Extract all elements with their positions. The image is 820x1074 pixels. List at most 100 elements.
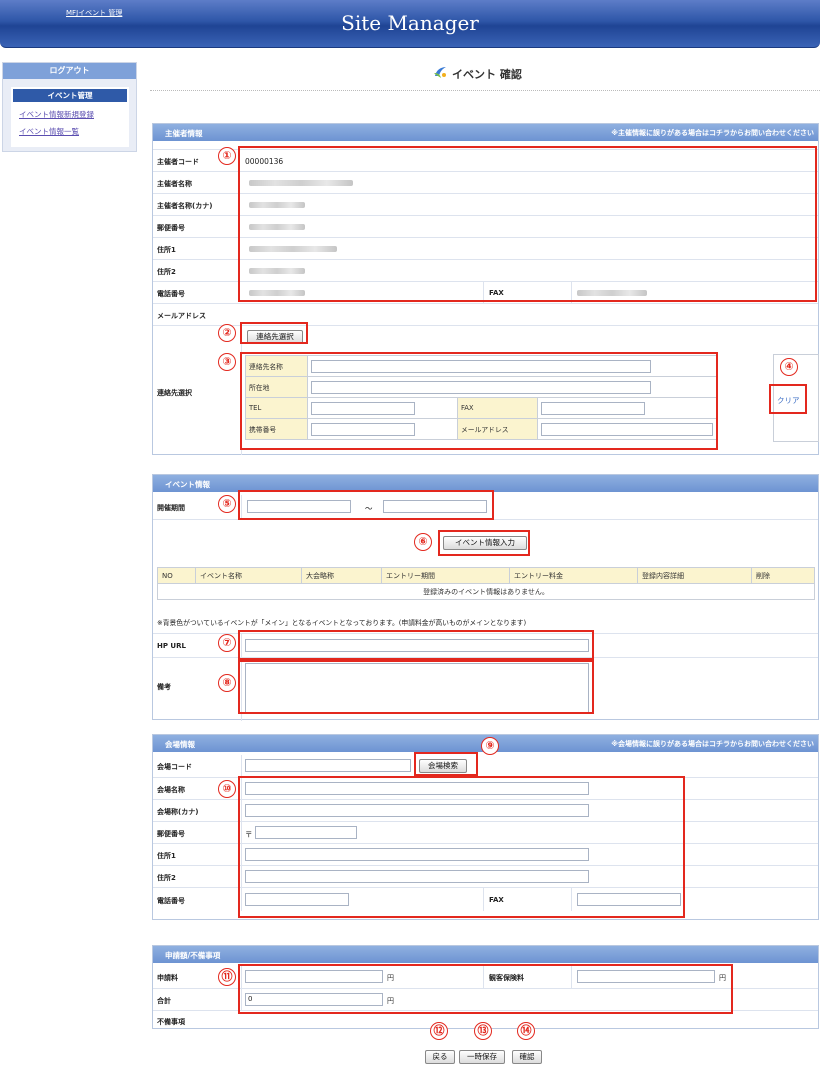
callout-4: ④ [780, 358, 798, 376]
organizer-address2-value [249, 268, 305, 274]
venue-search-button[interactable]: 会場検索 [419, 759, 467, 773]
venue-postal-input[interactable] [255, 826, 357, 839]
callout-1: ① [218, 147, 236, 165]
remarks-textarea[interactable] [245, 663, 589, 713]
cell-divider [483, 888, 484, 911]
yen-unit: 円 [387, 974, 394, 982]
contact-select-button[interactable]: 連絡先選択 [247, 330, 303, 344]
confirm-button[interactable]: 確認 [512, 1050, 542, 1064]
cell-divider [241, 495, 242, 519]
callout-12: ⑫ [430, 1022, 448, 1040]
contact-fax-input[interactable] [541, 401, 645, 415]
cell-divider [571, 888, 572, 911]
event-table: NO イベント名称 大会略称 エントリー期間 エントリー料金 登録内容詳細 削除… [157, 567, 815, 600]
remarks-row: 備考 [153, 657, 818, 721]
total-input[interactable]: 0 [245, 993, 383, 1006]
hp-url-row: HP URL [153, 633, 818, 657]
event-col-entry-fee: エントリー料金 [509, 567, 638, 584]
contact-select-label: 連絡先選択 [157, 389, 192, 397]
period-tilde: ～ [365, 504, 373, 513]
cell-divider [241, 755, 242, 777]
organizer-kana-label: 主催者名称(カナ) [157, 202, 213, 210]
venue-fax-label: FAX [489, 896, 504, 904]
venue-kana-input[interactable] [245, 804, 589, 817]
venue-phone-row: 電話番号 FAX [153, 887, 818, 911]
callout-7: ⑦ [218, 634, 236, 652]
sidebar-link-new-event[interactable]: イベント情報新規登録 [19, 109, 94, 120]
venue-fax-input[interactable] [577, 893, 681, 906]
venue-section-title: 会場情報 [165, 740, 195, 749]
cell-divider [241, 658, 242, 721]
event-col-details: 登録内容詳細 [637, 567, 752, 584]
venue-phone-input[interactable] [245, 893, 349, 906]
hp-url-input[interactable] [245, 639, 589, 652]
event-logo-icon [434, 67, 446, 78]
back-button[interactable]: 戻る [425, 1050, 455, 1064]
venue-name-input[interactable] [245, 782, 589, 795]
contact-mobile-label: 携帯番号 [245, 418, 308, 440]
organizer-section-header: 主催者情報 ※主催情報に誤りがある場合はコチラからお問い合わせください [153, 124, 818, 141]
cell-divider [241, 778, 242, 799]
cell-divider [483, 282, 484, 303]
callout-2: ② [218, 324, 236, 342]
contact-tel-label: TEL [245, 397, 308, 419]
sidebar-link-event-list[interactable]: イベント情報一覧 [19, 126, 79, 137]
organizer-fax-value [577, 290, 647, 296]
venue-section: 会場情報 ※会場情報に誤りがある場合はコチラからお問い合わせください 会場コード… [152, 734, 819, 920]
callout-10: ⑩ [218, 780, 236, 798]
callout-3: ③ [218, 353, 236, 371]
insurance-input[interactable] [577, 970, 715, 983]
event-end-date-input[interactable] [383, 500, 487, 513]
organizer-fax-label: FAX [489, 289, 504, 297]
event-start-date-input[interactable] [247, 500, 351, 513]
sidebar-section-title: イベント管理 [13, 89, 127, 102]
organizer-email-row: メールアドレス [153, 303, 818, 325]
fees-section-header: 申請額/不備事項 [153, 946, 818, 963]
contact-name-label: 連絡先名称 [245, 355, 308, 377]
logout-button[interactable]: ログアウト [3, 63, 136, 79]
application-fee-input[interactable] [245, 970, 383, 983]
contact-clear-link[interactable]: クリア [777, 395, 800, 406]
contact-tel-input[interactable] [311, 401, 415, 415]
contact-email-cell [537, 418, 717, 440]
organizer-inquiry-link[interactable]: ※主催情報に誤りがある場合はコチラからお問い合わせください [611, 128, 814, 138]
venue-kana-label: 会場称(カナ) [157, 808, 199, 816]
contact-name-input[interactable] [311, 359, 651, 373]
organizer-name-label: 主催者名称 [157, 180, 192, 188]
venue-inquiry-link[interactable]: ※会場情報に誤りがある場合はコチラからお問い合わせください [611, 739, 814, 749]
contact-email-input[interactable] [541, 422, 713, 436]
event-col-abbr: 大会略称 [301, 567, 382, 584]
cell-divider [241, 866, 242, 887]
organizer-code-row: 主催者コード 00000136 [153, 149, 818, 171]
contact-mobile-input[interactable] [311, 422, 415, 436]
organizer-postal-label: 郵便番号 [157, 224, 185, 232]
organizer-code-value: 00000136 [245, 157, 284, 166]
event-col-delete: 削除 [751, 567, 815, 584]
cell-divider [571, 966, 572, 988]
total-label: 合計 [157, 997, 171, 1005]
venue-address1-label: 住所1 [157, 852, 176, 860]
callout-6: ⑥ [414, 533, 432, 551]
hp-url-label: HP URL [157, 642, 186, 650]
organizer-phone-row: 電話番号 FAX [153, 281, 818, 303]
yen-unit: 円 [719, 974, 726, 982]
event-info-input-button[interactable]: イベント情報入力 [443, 536, 527, 550]
event-main-note: ※背景色がついているイベントが「メイン」となるイベントとなっております。(申請料… [157, 619, 527, 627]
event-period-label: 開催期間 [157, 504, 185, 512]
cell-divider [241, 634, 242, 657]
venue-address2-input[interactable] [245, 870, 589, 883]
cell-divider [241, 822, 242, 843]
save-draft-button[interactable]: 一時保存 [459, 1050, 505, 1064]
cell-divider [241, 989, 242, 1010]
insurance-label: 観客保険料 [489, 974, 524, 982]
contact-fax-label: FAX [457, 397, 538, 419]
organizer-address1-value [249, 246, 337, 252]
contact-location-input[interactable] [311, 380, 651, 394]
organizer-phone-label: 電話番号 [157, 290, 185, 298]
venue-code-input[interactable] [245, 759, 411, 772]
event-period-row: 開催期間 ～ [153, 495, 818, 519]
callout-11: ⑪ [218, 968, 236, 986]
event-empty-message: 登録済みのイベント情報はありません。 [157, 583, 815, 600]
site-title: Site Manager [341, 11, 479, 35]
venue-address1-input[interactable] [245, 848, 589, 861]
